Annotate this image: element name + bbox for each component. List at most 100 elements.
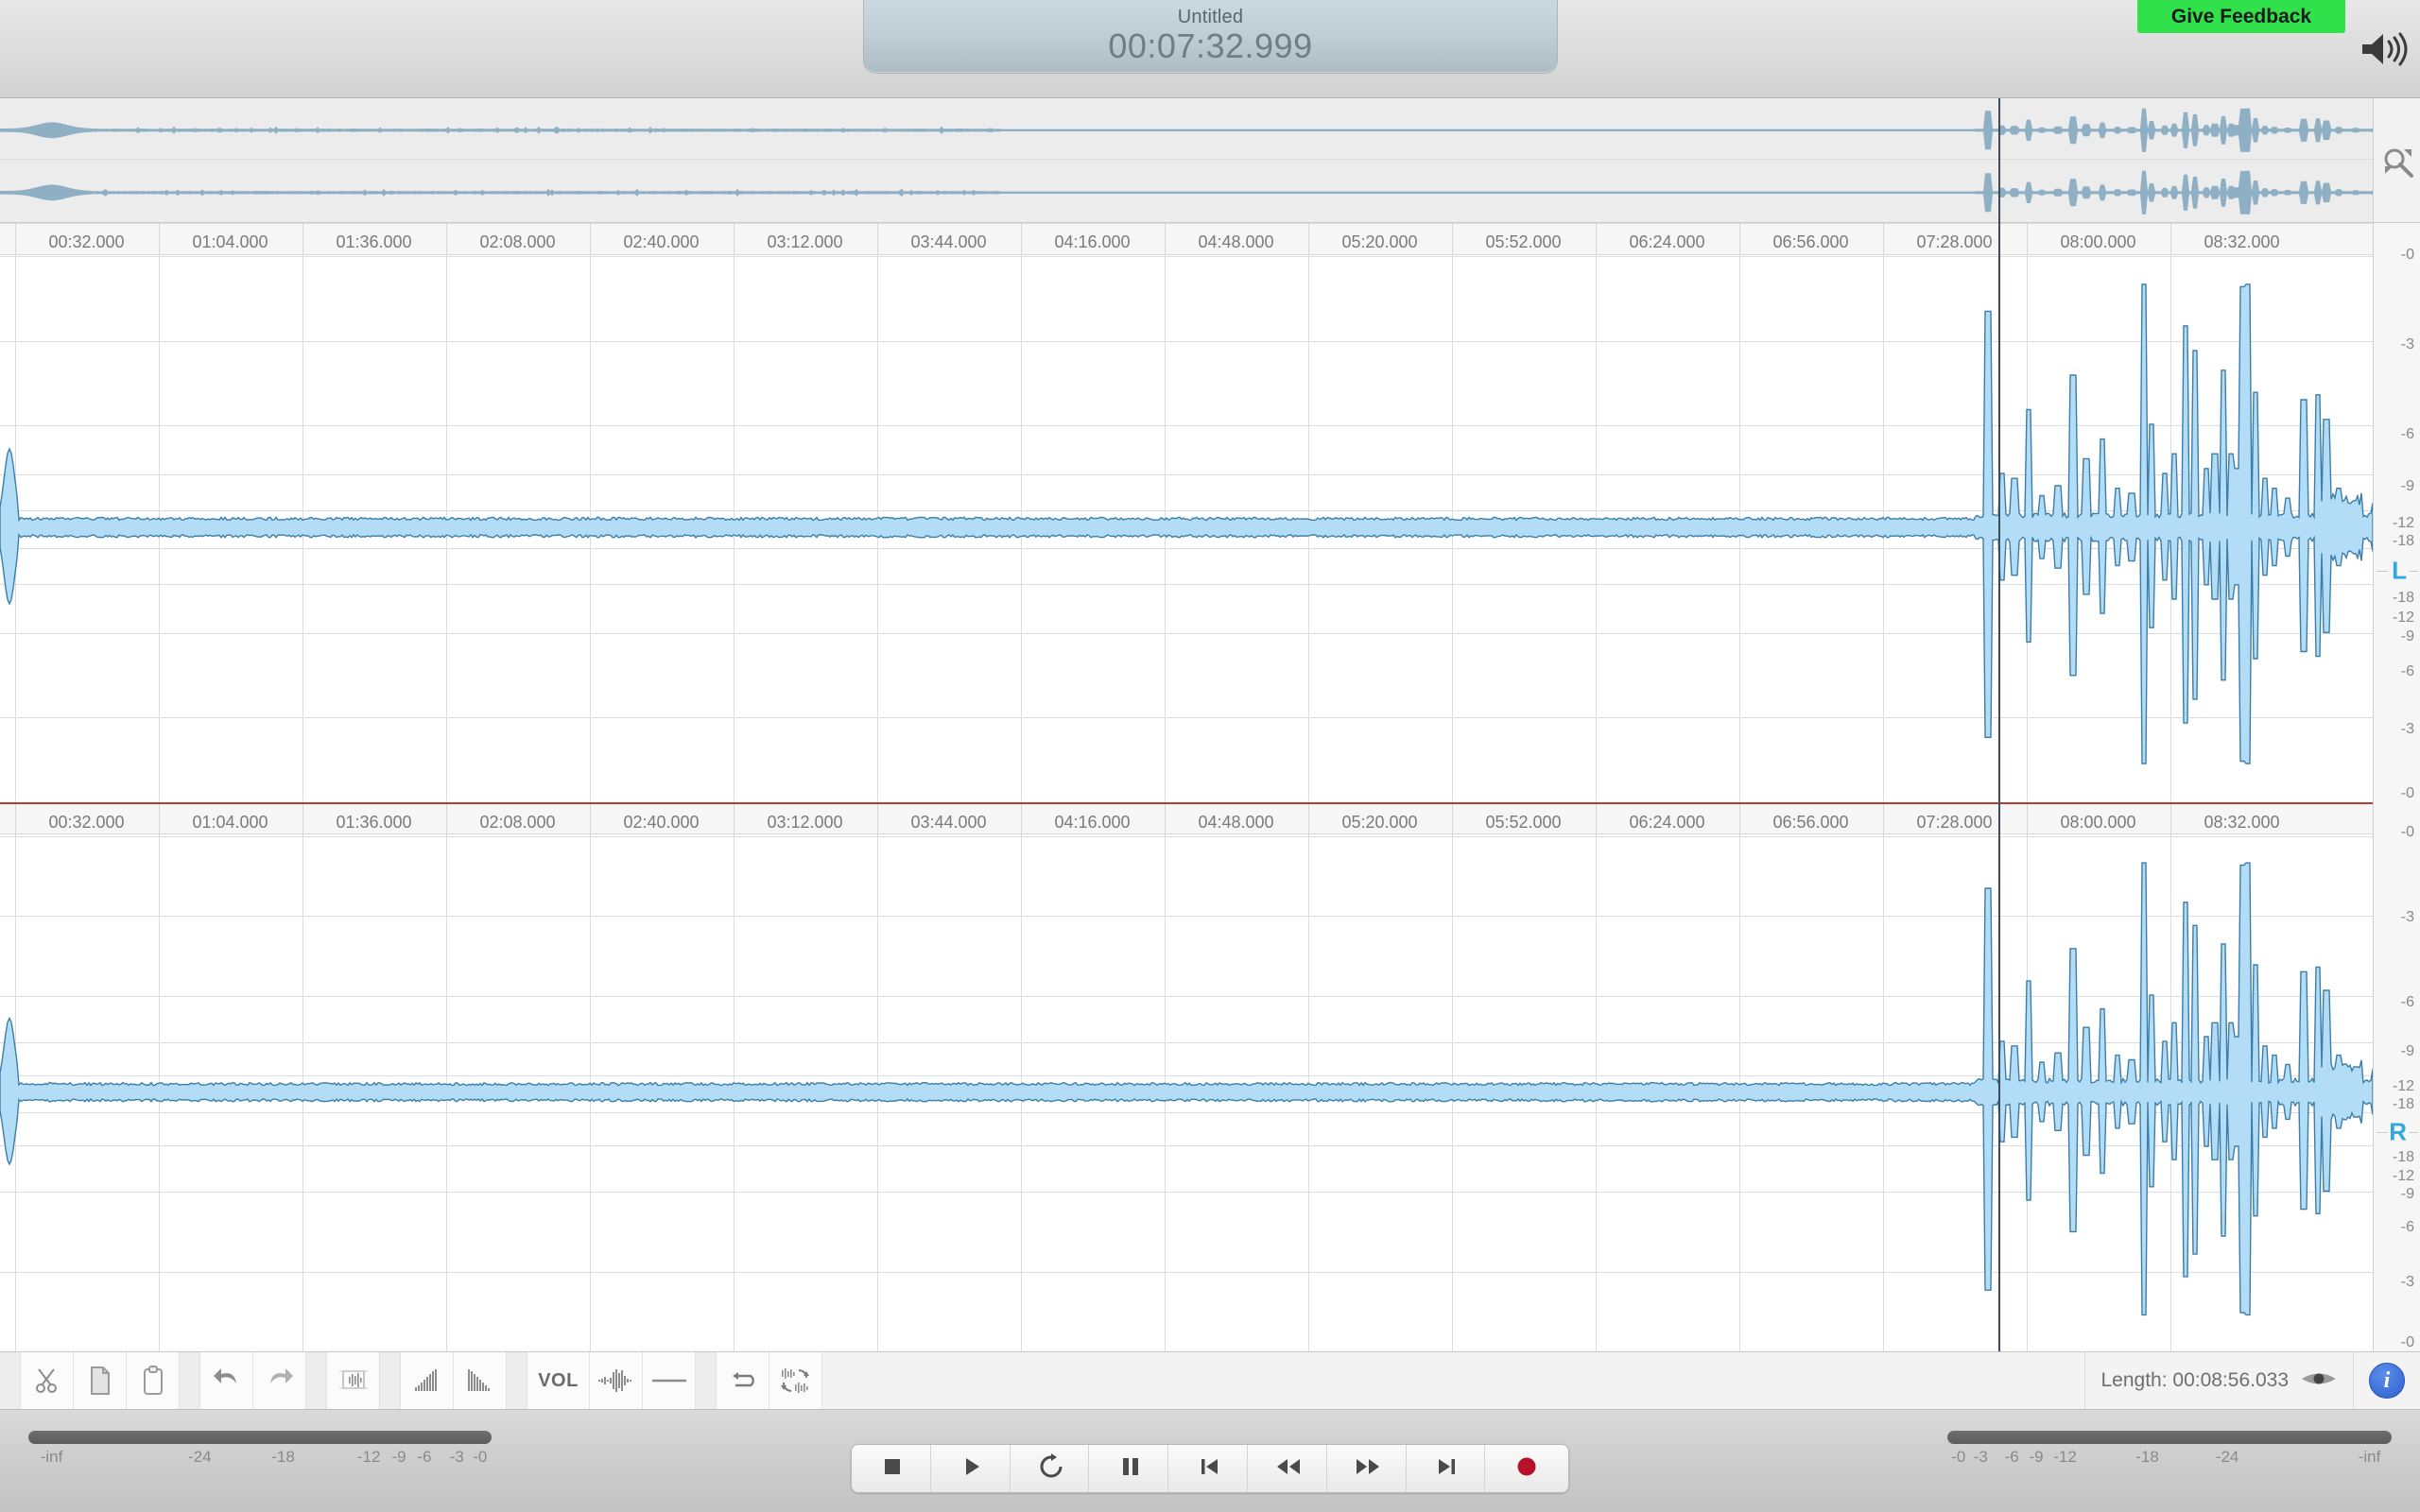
skip-end-button[interactable] xyxy=(1409,1445,1486,1492)
stop-square-icon xyxy=(880,1454,905,1484)
meter-db-label: -6 xyxy=(2004,1448,2019,1466)
meter-db-label: -9 xyxy=(391,1448,406,1466)
ruler-tick xyxy=(1882,224,1884,256)
db-label: -18 xyxy=(2392,1149,2414,1166)
pause-bars-icon xyxy=(1119,1454,1142,1484)
db-label: -0 xyxy=(2400,246,2414,263)
vu-meter-left[interactable]: -inf -24 -18 -12 -9 -6 -3 -0 xyxy=(28,1431,492,1487)
ruler-label: 04:48.000 xyxy=(1198,813,1274,832)
toolbar-separator xyxy=(507,1352,527,1409)
rewind-button[interactable] xyxy=(1252,1445,1327,1492)
ruler-label: 02:08.000 xyxy=(479,232,556,251)
ruler-tick xyxy=(158,804,160,836)
meter-db-label: -9 xyxy=(2029,1448,2044,1466)
reverse-button[interactable] xyxy=(769,1352,822,1409)
play-button[interactable] xyxy=(935,1445,1011,1492)
waveform-path xyxy=(0,862,2373,1316)
ruler-label: 03:12.000 xyxy=(767,232,843,251)
db-label: -3 xyxy=(2400,721,2414,738)
give-feedback-button[interactable]: Give Feedback xyxy=(2137,0,2345,33)
stop-button[interactable] xyxy=(856,1445,931,1492)
waveform-pane-left[interactable] xyxy=(0,256,2373,802)
meter-db-label: -inf xyxy=(2358,1448,2381,1466)
db-label: -0 xyxy=(2400,784,2414,801)
ruler-tick xyxy=(1307,224,1309,256)
fade-in-button[interactable] xyxy=(401,1352,454,1409)
vu-meter-right-bar xyxy=(1947,1431,2392,1444)
loop-playback-button[interactable] xyxy=(1013,1445,1090,1492)
ruler-tick xyxy=(14,804,16,836)
db-label: -9 xyxy=(2400,1043,2414,1060)
ruler-tick xyxy=(1020,804,1022,836)
db-label: -0 xyxy=(2400,823,2414,840)
ruler-label: 02:40.000 xyxy=(623,232,700,251)
ruler-tick xyxy=(302,804,303,836)
ruler-tick xyxy=(733,224,735,256)
cut-button[interactable] xyxy=(21,1352,74,1409)
ruler-label: 06:56.000 xyxy=(1772,232,1849,251)
transport-controls xyxy=(851,1444,1569,1493)
normalize-waveform-icon xyxy=(597,1368,635,1393)
speaker-volume-icon[interactable] xyxy=(2359,28,2410,70)
ruler-label: 02:08.000 xyxy=(479,813,556,832)
ruler-label: 08:00.000 xyxy=(2060,232,2136,251)
crop-selection-button[interactable] xyxy=(327,1352,380,1409)
fast-forward-button[interactable] xyxy=(1331,1445,1407,1492)
ruler-label: 07:28.000 xyxy=(1916,232,1993,251)
db-scale-right: -0 -3 -6 -9 -12 -18 R -18 -12 -9 -6 -3 -0 xyxy=(2373,802,2420,1351)
loop-region-button[interactable] xyxy=(717,1352,769,1409)
fast-forward-icon xyxy=(1354,1454,1382,1484)
zoom-magnifier-icon[interactable] xyxy=(2381,146,2415,180)
skip-start-button[interactable] xyxy=(1172,1445,1248,1492)
toolbar-separator xyxy=(306,1352,327,1409)
fade-out-button[interactable] xyxy=(454,1352,507,1409)
db-label: -6 xyxy=(2400,1219,2414,1236)
info-button[interactable]: i xyxy=(2369,1363,2405,1399)
meter-db-label: -6 xyxy=(417,1448,432,1466)
timeline-ruler-bottom[interactable]: 00:32.000 01:04.000 01:36.000 02:08.000 02:4… xyxy=(0,802,2373,836)
ruler-label: 05:52.000 xyxy=(1485,813,1562,832)
paste-button[interactable] xyxy=(127,1352,180,1409)
ruler-tick xyxy=(1595,804,1597,836)
ruler-tick xyxy=(302,224,303,256)
vu-meter-right[interactable]: -0 -3 -6 -9 -12 -18 -24 -inf xyxy=(1947,1431,2392,1487)
db-label: -9 xyxy=(2400,1186,2414,1203)
info-area: i xyxy=(2353,1352,2420,1409)
timeline-ruler-top[interactable]: 00:32.000 01:04.000 01:36.000 02:08.000 02:4… xyxy=(0,223,2373,256)
horizontal-line-icon xyxy=(650,1376,688,1385)
ruler-tick xyxy=(1882,804,1884,836)
pause-button[interactable] xyxy=(1093,1445,1169,1492)
meter-db-label: -3 xyxy=(449,1448,464,1466)
ruler-tick xyxy=(589,224,591,256)
waveform-left xyxy=(0,284,2373,765)
ruler-label: 01:36.000 xyxy=(336,813,412,832)
ruler-tick xyxy=(2026,804,2028,836)
db-label: -3 xyxy=(2400,1274,2414,1291)
silence-button[interactable] xyxy=(643,1352,696,1409)
playhead-cursor[interactable] xyxy=(1998,98,2000,1351)
toolbar-separator xyxy=(696,1352,717,1409)
meter-db-label: -24 xyxy=(188,1448,212,1466)
db-label: -3 xyxy=(2400,909,2414,925)
copy-button[interactable] xyxy=(74,1352,127,1409)
ruler-tick xyxy=(876,224,878,256)
normalize-button[interactable] xyxy=(590,1352,643,1409)
ruler-tick xyxy=(445,804,447,836)
waveform-right xyxy=(0,862,2373,1316)
waveform-pane-right[interactable] xyxy=(0,836,2373,1351)
redo-button[interactable] xyxy=(253,1352,306,1409)
db-label: -18 xyxy=(2392,1095,2414,1112)
undo-button[interactable] xyxy=(200,1352,253,1409)
overview-waveform-path xyxy=(0,108,2373,152)
ruler-tick xyxy=(2169,804,2171,836)
db-label: -0 xyxy=(2400,1334,2414,1351)
db-label: -9 xyxy=(2400,628,2414,645)
volume-button[interactable]: VOL xyxy=(527,1352,590,1409)
record-button[interactable] xyxy=(1489,1445,1564,1492)
meter-db-label: -12 xyxy=(2053,1448,2077,1466)
ruler-label: 08:32.000 xyxy=(2204,813,2280,832)
eye-visibility-icon[interactable] xyxy=(2300,1367,2338,1395)
overview-waveform-strip[interactable] xyxy=(0,98,2373,223)
project-title-display[interactable]: Untitled 00:07:32.999 xyxy=(863,0,1558,74)
db-label: -12 xyxy=(2392,610,2414,627)
